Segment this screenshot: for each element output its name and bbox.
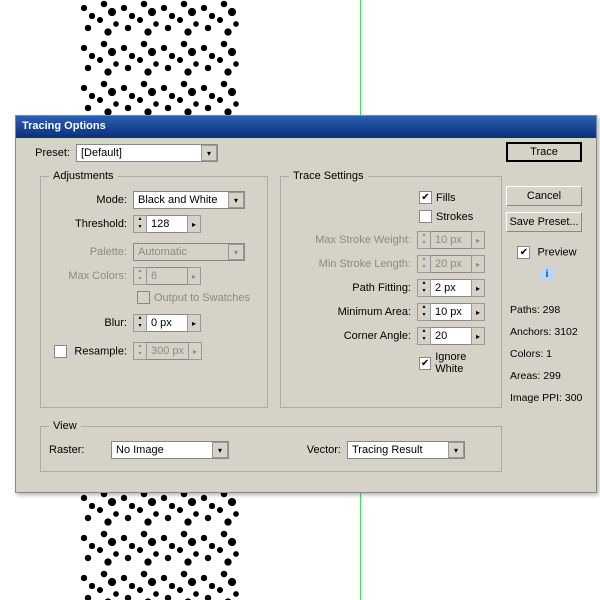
tracing-options-dialog: Tracing Options Preset: [Default] ▾ Adju… [15, 115, 597, 493]
corner-angle-label: Corner Angle: [289, 330, 417, 342]
palette-dropdown: Automatic ▾ [133, 243, 245, 261]
max-colors-spinner: ▴▾ 6 ▸ [133, 267, 201, 285]
fills-checkbox[interactable]: ✔ [419, 191, 432, 204]
palette-label: Palette: [49, 246, 133, 258]
vector-label: Vector: [235, 444, 341, 456]
info-icon: i [540, 267, 554, 281]
cancel-button[interactable]: Cancel [506, 186, 582, 206]
max-stroke-weight-spinner: ▴▾ 10 px ▸ [417, 231, 485, 249]
stat-ppi: Image PPI: 300 [510, 387, 588, 409]
adjustments-group: Adjustments Mode: Black and White ▾ Thre… [40, 176, 268, 408]
preset-value: [Default] [77, 147, 201, 159]
preset-dropdown[interactable]: [Default] ▾ [76, 144, 218, 162]
right-panel: Trace Cancel Save Preset... ✔ Preview i … [506, 142, 588, 409]
stat-colors: Colors: 1 [510, 343, 588, 365]
chevron-up-icon: ▴ [134, 216, 146, 224]
adjustments-legend: Adjustments [49, 170, 118, 182]
max-stroke-weight-value: 10 px [431, 231, 471, 249]
max-colors-label: Max Colors: [49, 270, 133, 282]
mode-value: Black and White [134, 194, 228, 206]
max-colors-value: 6 [147, 267, 187, 285]
fills-label: Fills [436, 192, 456, 204]
blur-value[interactable]: 0 px [147, 314, 187, 332]
stat-areas: Areas: 299 [510, 365, 588, 387]
trace-settings-legend: Trace Settings [289, 170, 368, 182]
view-group: View Raster: No Image ▾ Vector: Tracing … [40, 426, 502, 472]
raster-label: Raster: [49, 444, 105, 456]
path-fitting-value[interactable]: 2 px [431, 279, 471, 297]
preview-label: Preview [537, 246, 576, 258]
vector-value: Tracing Result [348, 444, 448, 456]
palette-value: Automatic [134, 246, 228, 258]
stat-paths: Paths: 298 [510, 299, 588, 321]
trace-button[interactable]: Trace [506, 142, 582, 162]
min-stroke-length-value: 20 px [431, 255, 471, 273]
chevron-down-icon: ▾ [228, 244, 244, 260]
ignore-white-checkbox[interactable]: ✔ [419, 357, 431, 370]
ignore-white-label: Ignore White [435, 351, 493, 375]
blur-label: Blur: [49, 317, 133, 329]
path-fitting-label: Path Fitting: [289, 282, 417, 294]
mode-dropdown[interactable]: Black and White ▾ [133, 191, 245, 209]
background-pattern-bottom [80, 490, 240, 600]
chevron-down-icon: ▾ [448, 442, 464, 458]
mode-label: Mode: [49, 194, 133, 206]
path-fitting-spinner[interactable]: ▴▾ 2 px ▸ [417, 279, 485, 297]
strokes-checkbox[interactable] [419, 210, 432, 223]
threshold-label: Threshold: [49, 218, 133, 230]
max-stroke-weight-label: Max Stroke Weight: [289, 234, 417, 246]
strokes-label: Strokes [436, 211, 473, 223]
blur-spinner[interactable]: ▴▾ 0 px ▸ [133, 314, 201, 332]
min-stroke-length-spinner: ▴▾ 20 px ▸ [417, 255, 485, 273]
minimum-area-label: Minimum Area: [289, 306, 417, 318]
minimum-area-spinner[interactable]: ▴▾ 10 px ▸ [417, 303, 485, 321]
chevron-down-icon: ▾ [201, 145, 217, 161]
preset-label: Preset: [26, 147, 76, 159]
background-pattern-top [80, 0, 240, 120]
save-preset-button[interactable]: Save Preset... [506, 212, 582, 232]
view-legend: View [49, 420, 81, 432]
trace-settings-group: Trace Settings ✔ Fills Strokes Max Strok… [280, 176, 502, 408]
preview-checkbox[interactable]: ✔ [517, 246, 530, 259]
resample-spinner: ▴▾ 300 px ▸ [133, 342, 202, 360]
dialog-title[interactable]: Tracing Options [16, 116, 596, 138]
min-stroke-length-label: Min Stroke Length: [289, 258, 417, 270]
raster-value: No Image [112, 444, 212, 456]
output-swatches-label: Output to Swatches [154, 292, 250, 304]
vector-dropdown[interactable]: Tracing Result ▾ [347, 441, 465, 459]
chevron-down-icon: ▾ [134, 224, 146, 232]
chevron-right-icon: ▸ [187, 215, 201, 233]
resample-checkbox[interactable] [54, 345, 67, 358]
threshold-value[interactable]: 128 [147, 215, 187, 233]
chevron-down-icon: ▾ [212, 442, 228, 458]
raster-dropdown[interactable]: No Image ▾ [111, 441, 229, 459]
resample-label: Resample: [74, 345, 127, 357]
chevron-down-icon: ▾ [228, 192, 244, 208]
resample-value: 300 px [147, 342, 188, 360]
corner-angle-value[interactable]: 20 [431, 327, 471, 345]
corner-angle-spinner[interactable]: ▴▾ 20 ▸ [417, 327, 485, 345]
output-swatches-checkbox [137, 291, 150, 304]
minimum-area-value[interactable]: 10 px [431, 303, 471, 321]
threshold-spinner[interactable]: ▴▾ 128 ▸ [133, 215, 201, 233]
stat-anchors: Anchors: 3102 [510, 321, 588, 343]
